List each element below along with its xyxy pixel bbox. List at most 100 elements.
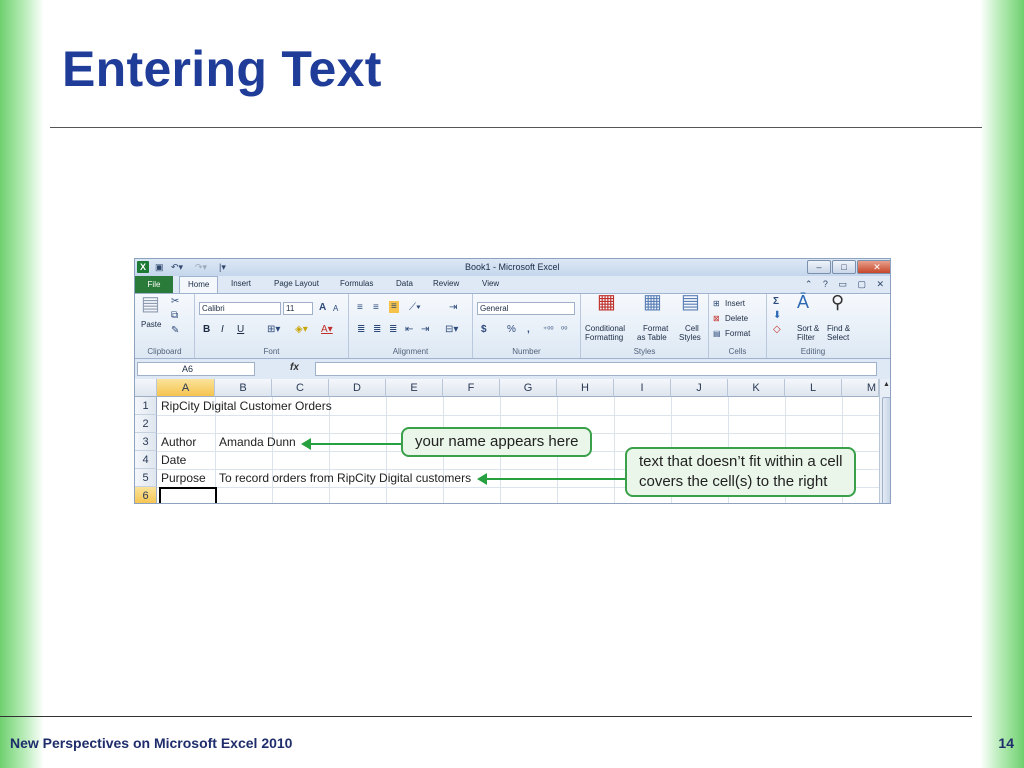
sort-filter-icon[interactable]: Ā [797, 293, 809, 311]
help-icon[interactable]: ⌃ ? ▭ ▢ ✕ [805, 279, 888, 290]
active-cell-a6[interactable] [159, 487, 217, 503]
cell-a1[interactable]: RipCity Digital Customer Orders [161, 397, 332, 415]
column-header-c[interactable]: C [272, 379, 329, 397]
tab-home[interactable]: Home [179, 276, 219, 293]
paste-icon[interactable]: ▤ [141, 294, 160, 314]
row-header-2[interactable]: 2 [135, 415, 157, 433]
customize-icon[interactable]: |▾ [219, 261, 226, 274]
tab-data[interactable]: Data [396, 279, 413, 288]
row-header-5[interactable]: 5 [135, 469, 157, 487]
wrap-text-icon[interactable]: ⇥ [449, 302, 457, 314]
find-select-label-2[interactable]: Select [827, 333, 849, 342]
redo-icon[interactable]: ↷▾ [195, 261, 207, 274]
cell-b3[interactable]: Amanda Dunn [219, 433, 296, 451]
row-header-4[interactable]: 4 [135, 451, 157, 469]
column-header-k[interactable]: K [728, 379, 785, 397]
tab-review[interactable]: Review [433, 279, 459, 288]
row-header-3[interactable]: 3 [135, 433, 157, 451]
tab-view[interactable]: View [482, 279, 499, 288]
align-top-icon[interactable]: ≡ [357, 302, 363, 314]
merge-center-icon[interactable]: ⊟▾ [445, 324, 458, 336]
find-select-label[interactable]: Find & [827, 324, 850, 333]
format-cells-button[interactable]: Format [725, 329, 750, 338]
conditional-formatting-icon[interactable]: ▦ [597, 292, 616, 312]
restore-button[interactable]: □ [832, 260, 856, 274]
align-right-icon[interactable]: ≣ [389, 324, 397, 336]
decrease-indent-icon[interactable]: ⇤ [405, 324, 413, 336]
formula-input[interactable] [315, 362, 877, 376]
fill-icon[interactable]: ⬇ [773, 310, 781, 322]
format-cells-icon[interactable]: ▤ [713, 328, 721, 340]
cell-a4[interactable]: Date [161, 451, 186, 469]
align-middle-icon[interactable]: ≡ [373, 302, 379, 314]
align-left-icon[interactable]: ≣ [357, 324, 365, 336]
grow-font-icon[interactable]: A [319, 302, 326, 314]
column-header-g[interactable]: G [500, 379, 557, 397]
column-header-f[interactable]: F [443, 379, 500, 397]
undo-icon[interactable]: ↶▾ [171, 261, 183, 274]
orientation-icon[interactable]: ⟋▾ [409, 302, 421, 314]
column-header-h[interactable]: H [557, 379, 614, 397]
close-button[interactable]: ✕ [857, 260, 890, 274]
column-header-i[interactable]: I [614, 379, 671, 397]
column-header-j[interactable]: J [671, 379, 728, 397]
format-as-table-label-2[interactable]: as Table [637, 333, 667, 342]
conditional-formatting-label-2[interactable]: Formatting [585, 333, 623, 342]
italic-button[interactable]: I [221, 324, 224, 336]
column-header-e[interactable]: E [386, 379, 443, 397]
sort-filter-label[interactable]: Sort & [797, 324, 819, 333]
align-center-icon[interactable]: ≣ [373, 324, 381, 336]
column-header-m[interactable]: M [842, 379, 879, 397]
row-header-6[interactable]: 6 [135, 487, 157, 503]
number-format-select[interactable]: General [477, 302, 575, 315]
conditional-formatting-label[interactable]: Conditional [585, 324, 625, 333]
name-box[interactable]: A6 [137, 362, 255, 376]
align-bottom-icon[interactable]: ≡ [389, 301, 399, 313]
format-as-table-label[interactable]: Format [643, 324, 668, 333]
clear-icon[interactable]: ◇ [773, 324, 781, 336]
save-icon[interactable]: ▣ [155, 261, 164, 274]
autosum-button[interactable]: Σ [773, 296, 779, 308]
font-size-select[interactable]: 11 [283, 302, 313, 315]
bold-button[interactable]: B [203, 324, 210, 336]
excel-app-icon[interactable]: X [137, 261, 149, 273]
scroll-up-arrow-icon[interactable]: ▲ [882, 381, 890, 391]
cell-styles-label-2[interactable]: Styles [679, 333, 701, 342]
sort-filter-label-2[interactable]: Filter [797, 333, 815, 342]
cell-a3[interactable]: Author [161, 433, 196, 451]
insert-cells-button[interactable]: Insert [725, 299, 745, 308]
percent-button[interactable]: % [507, 324, 516, 336]
tab-insert[interactable]: Insert [231, 279, 251, 288]
vertical-scrollbar[interactable]: ▲ [879, 379, 890, 503]
comma-button[interactable]: , [527, 324, 530, 336]
borders-icon[interactable]: ⊞▾ [267, 324, 280, 336]
delete-cells-button[interactable]: Delete [725, 314, 748, 323]
decrease-decimal-icon[interactable]: ⁰⁰ [561, 324, 567, 336]
cell-styles-icon[interactable]: ▤ [681, 292, 700, 312]
column-header-l[interactable]: L [785, 379, 842, 397]
delete-cells-icon[interactable]: ⊠ [713, 313, 720, 325]
cell-b5[interactable]: To record orders from RipCity Digital cu… [219, 469, 471, 487]
cut-icon[interactable]: ✂ [171, 296, 179, 308]
font-color-icon[interactable]: A▾ [321, 324, 333, 336]
fill-color-icon[interactable]: ◈▾ [295, 324, 308, 336]
insert-cells-icon[interactable]: ⊞ [713, 298, 720, 310]
underline-button[interactable]: U [237, 324, 244, 336]
copy-icon[interactable]: ⧉ [171, 310, 178, 322]
minimize-button[interactable]: – [807, 260, 831, 274]
tab-file[interactable]: File [135, 276, 173, 293]
select-all-corner[interactable] [135, 379, 157, 397]
increase-indent-icon[interactable]: ⇥ [421, 324, 429, 336]
insert-function-icon[interactable]: fx [290, 362, 299, 373]
tab-page-layout[interactable]: Page Layout [274, 279, 319, 288]
column-header-d[interactable]: D [329, 379, 386, 397]
column-header-a[interactable]: A [157, 379, 215, 397]
cell-styles-label[interactable]: Cell [685, 324, 699, 333]
increase-decimal-icon[interactable]: ⁺⁰⁰ [543, 324, 554, 336]
shrink-font-icon[interactable]: A [333, 303, 338, 315]
font-name-select[interactable]: Calibri [199, 302, 281, 315]
format-as-table-icon[interactable]: ▦ [643, 292, 662, 312]
paste-button[interactable]: Paste [141, 320, 161, 329]
column-header-b[interactable]: B [215, 379, 272, 397]
tab-formulas[interactable]: Formulas [340, 279, 373, 288]
